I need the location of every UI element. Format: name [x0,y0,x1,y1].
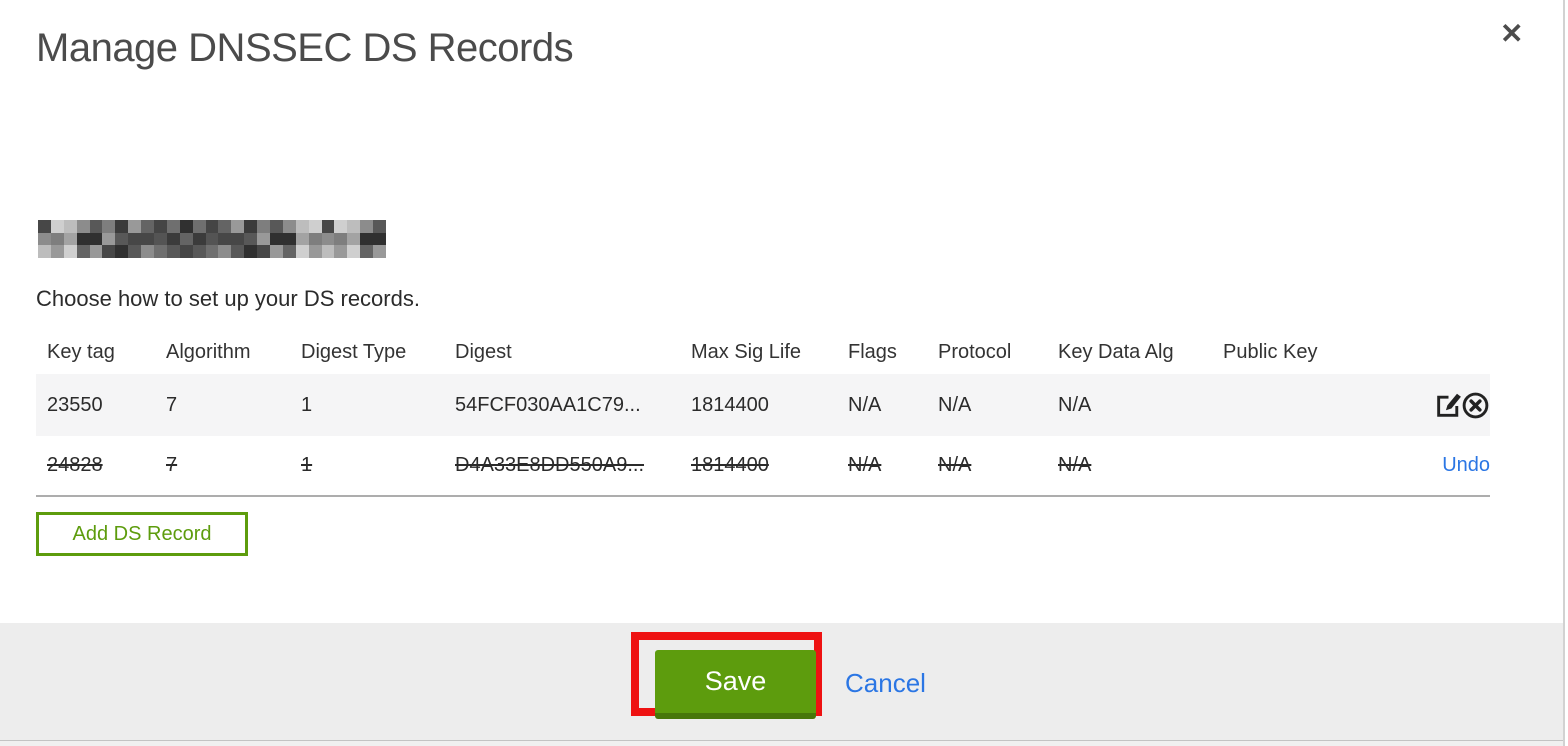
cell-key-data-alg: N/A [1058,454,1092,476]
cell-key-tag: 24828 [47,454,103,476]
header-algorithm: Algorithm [166,340,251,363]
header-digest: Digest [455,340,512,363]
cell-max-sig-life: 1814400 [691,393,769,416]
table-row-deleted: 24828 7 1 D4A33E8DD550A9... 1814400 N/A … [36,436,1490,497]
cell-algorithm: 7 [166,454,178,476]
cell-protocol: N/A [938,454,972,476]
header-public-key: Public Key [1223,340,1318,363]
header-max-sig-life: Max Sig Life [691,340,802,363]
cell-max-sig-life: 1814400 [691,454,769,476]
cell-key-tag: 23550 [47,393,103,416]
page-title: Manage DNSSEC DS Records [36,26,574,70]
header-key-data-alg: Key Data Alg [1058,340,1174,363]
ds-records-table: Key tag Algorithm Digest Type Digest Max… [36,330,1490,497]
manage-dnssec-modal: Manage DNSSEC DS Records ✕ Choose how to… [0,0,1568,746]
table-header-row: Key tag Algorithm Digest Type Digest Max… [36,330,1490,374]
cell-algorithm: 7 [166,393,178,416]
table-row: 23550 7 1 54FCF030AA1C79... 1814400 N/A … [36,374,1490,436]
cell-digest: 54FCF030AA1C79... [455,393,641,416]
cell-digest-type: 1 [301,393,313,416]
header-digest-type: Digest Type [301,340,407,363]
window-bottom-edge [0,740,1568,746]
cancel-link[interactable]: Cancel [845,668,926,699]
header-protocol: Protocol [938,340,1012,363]
delete-icon[interactable] [1461,391,1490,420]
close-icon[interactable]: ✕ [1500,20,1523,48]
redacted-domain-name [38,220,386,258]
cell-digest: D4A33E8DD550A9... [455,454,645,476]
header-flags: Flags [848,340,897,363]
undo-link[interactable]: Undo [1442,454,1490,477]
cell-key-data-alg: N/A [1058,393,1092,416]
cell-digest-type: 1 [301,454,313,476]
cell-flags: N/A [848,454,882,476]
cell-protocol: N/A [938,393,972,416]
add-ds-record-button[interactable]: Add DS Record [36,512,248,556]
edit-icon[interactable] [1434,391,1463,420]
cell-flags: N/A [848,393,882,416]
modal-footer: Save Cancel [0,623,1568,740]
header-key-tag: Key tag [47,340,115,363]
window-right-edge [1563,0,1565,746]
save-button[interactable]: Save [655,650,816,719]
row-actions: Undo [1424,454,1490,477]
annotation-highlight-box: Save [631,632,822,719]
row-actions [1424,391,1490,420]
instruction-text: Choose how to set up your DS records. [36,286,420,311]
